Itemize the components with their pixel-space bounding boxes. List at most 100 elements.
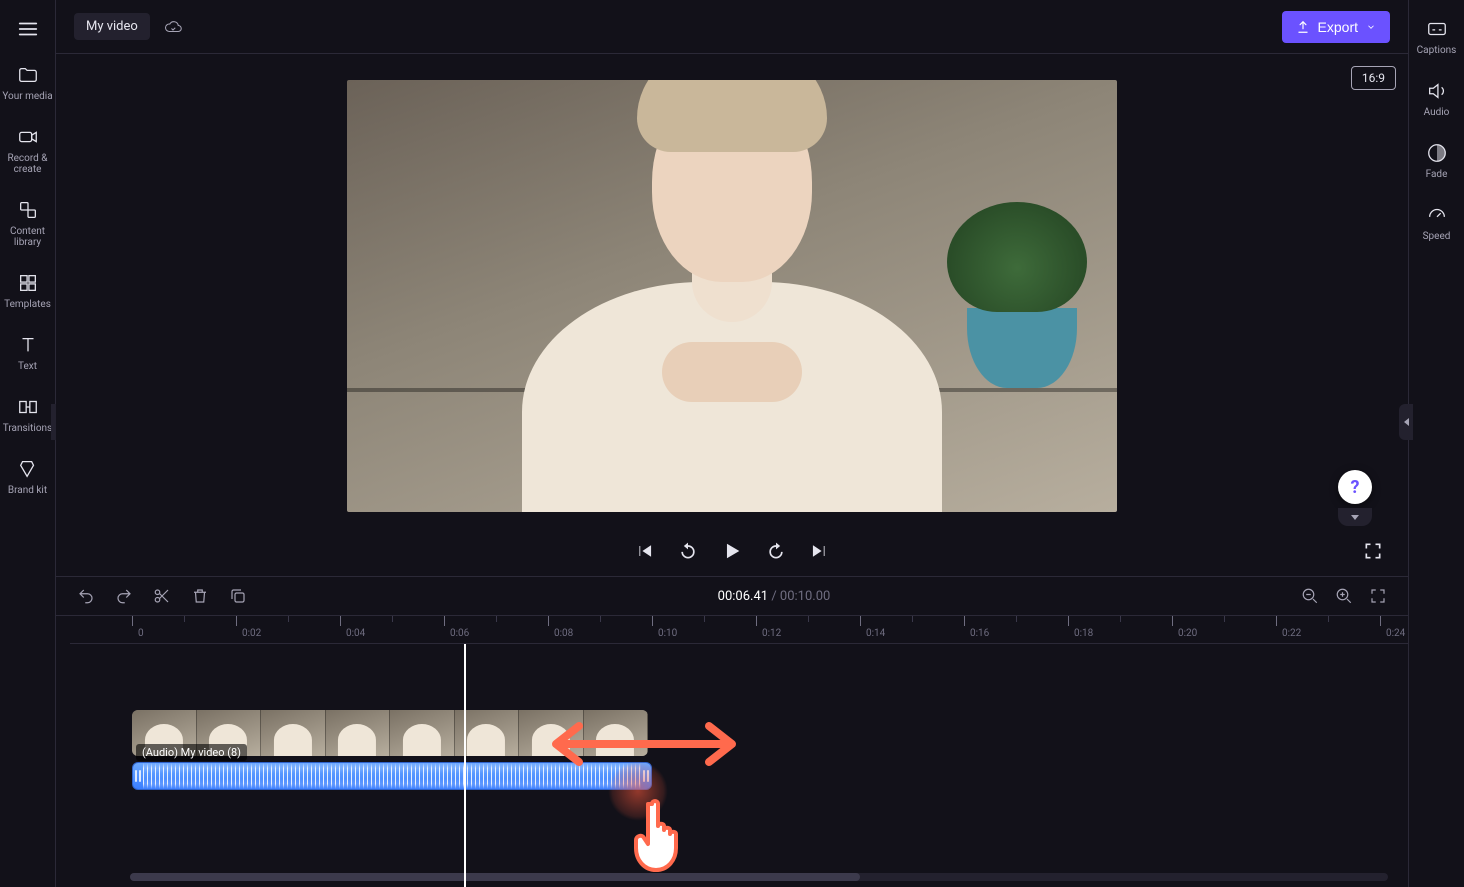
redo-button[interactable] xyxy=(114,586,134,606)
double-arrow-icon xyxy=(544,714,744,774)
rewind-button[interactable] xyxy=(677,540,699,562)
trash-icon xyxy=(191,587,209,605)
ruler-tick: 0:24 xyxy=(1380,616,1405,643)
forward-button[interactable] xyxy=(765,540,787,562)
sidebar-item-label: Text xyxy=(16,361,39,372)
camera-icon xyxy=(17,126,39,148)
transitions-icon xyxy=(17,396,39,418)
ruler-tick: 0 xyxy=(132,616,144,643)
zoom-out-icon xyxy=(1301,587,1319,605)
ruler-tick: 0:12 xyxy=(756,616,781,643)
current-time: 00:06.41 xyxy=(718,589,768,604)
sidebar-item-label: Brand kit xyxy=(6,485,49,496)
sidebar-item-captions[interactable]: Captions xyxy=(1409,12,1464,60)
preview-area: 16:9 xyxy=(56,54,1408,526)
time-display: 00:06.41 / 00:10.00 xyxy=(718,589,831,604)
skip-previous-icon xyxy=(634,541,654,561)
sidebar-item-label: Your media xyxy=(0,91,54,102)
cloud-sync-icon xyxy=(164,18,182,36)
sidebar-item-record-create[interactable]: Record & create xyxy=(0,120,56,179)
fit-icon xyxy=(1369,587,1387,605)
timeline-ruler[interactable]: 00:020:040:060:080:100:120:140:160:180:2… xyxy=(70,616,1408,644)
sidebar-item-content-library[interactable]: Content library xyxy=(0,193,56,252)
sidebar-item-templates[interactable]: Templates xyxy=(0,266,56,314)
help-button[interactable]: ? xyxy=(1338,470,1372,504)
skip-end-button[interactable] xyxy=(809,540,831,562)
main-area: My video Export 16:9 ? xyxy=(56,0,1408,887)
sidebar-item-text[interactable]: Text xyxy=(0,328,56,376)
aspect-ratio-button[interactable]: 16:9 xyxy=(1351,66,1396,90)
fullscreen-button[interactable] xyxy=(1362,540,1384,562)
export-button[interactable]: Export xyxy=(1282,11,1390,43)
ruler-tick: 0:10 xyxy=(652,616,677,643)
sidebar-item-label: Speed xyxy=(1421,231,1453,242)
library-icon xyxy=(17,199,39,221)
zoom-in-button[interactable] xyxy=(1334,586,1354,606)
project-title[interactable]: My video xyxy=(74,13,150,40)
audio-clip-left-handle[interactable] xyxy=(133,763,143,789)
sidebar-item-label: Fade xyxy=(1424,169,1450,180)
sidebar-item-label: Templates xyxy=(2,299,53,310)
rewind-icon xyxy=(678,541,698,561)
fit-timeline-button[interactable] xyxy=(1368,586,1388,606)
playhead[interactable] xyxy=(464,644,466,887)
fullscreen-icon xyxy=(1363,541,1383,561)
timeline-tracks[interactable]: (Audio) My video (8) xyxy=(70,644,1408,887)
brandkit-icon xyxy=(17,458,39,480)
scissors-icon xyxy=(153,587,171,605)
forward-icon xyxy=(766,541,786,561)
menu-button[interactable] xyxy=(13,14,43,44)
undo-button[interactable] xyxy=(76,586,96,606)
sidebar-item-your-media[interactable]: Your media xyxy=(0,58,56,106)
play-button[interactable] xyxy=(721,540,743,562)
timeline-toolbar: 00:06.41 / 00:10.00 xyxy=(56,576,1408,616)
folder-icon xyxy=(17,64,39,86)
hand-pointer-icon xyxy=(626,794,690,874)
sidebar-item-fade[interactable]: Fade xyxy=(1409,136,1464,184)
undo-icon xyxy=(77,587,95,605)
cloud-sync-button[interactable] xyxy=(164,18,182,36)
text-icon xyxy=(17,334,39,356)
ruler-tick: 0:14 xyxy=(860,616,885,643)
copy-icon xyxy=(229,587,247,605)
duration: 00:10.00 xyxy=(780,589,830,604)
zoom-in-icon xyxy=(1335,587,1353,605)
redo-icon xyxy=(115,587,133,605)
captions-icon xyxy=(1426,18,1448,40)
ruler-tick: 0:18 xyxy=(1068,616,1093,643)
speed-icon xyxy=(1426,204,1448,226)
audio-clip-label: (Audio) My video (8) xyxy=(136,744,247,761)
split-button[interactable] xyxy=(152,586,172,606)
sidebar-item-brand-kit[interactable]: Brand kit xyxy=(0,452,56,500)
timeline-scrollbar[interactable] xyxy=(130,873,1388,881)
upload-icon xyxy=(1296,20,1310,34)
sidebar-item-label: Content library xyxy=(0,226,56,248)
left-rail: Your media Record & create Content libra… xyxy=(0,0,56,887)
ruler-tick: 0:22 xyxy=(1276,616,1301,643)
ruler-tick: 0:04 xyxy=(340,616,365,643)
tutorial-arrows xyxy=(544,714,744,778)
play-icon xyxy=(721,540,743,562)
hamburger-icon xyxy=(17,18,39,40)
sidebar-item-label: Transitions xyxy=(1,423,54,434)
export-label: Export xyxy=(1318,19,1358,35)
skip-start-button[interactable] xyxy=(633,540,655,562)
collapse-preview-button[interactable] xyxy=(1338,508,1372,526)
skip-next-icon xyxy=(810,541,830,561)
duplicate-button[interactable] xyxy=(228,586,248,606)
right-rail: Captions Audio Fade Speed xyxy=(1408,0,1464,887)
delete-button[interactable] xyxy=(190,586,210,606)
topbar: My video Export xyxy=(56,0,1408,54)
video-preview[interactable] xyxy=(347,80,1117,512)
tutorial-hand-cursor xyxy=(626,794,690,878)
sidebar-item-transitions[interactable]: Transitions xyxy=(0,390,56,438)
scrollbar-thumb[interactable] xyxy=(130,873,860,881)
chevron-down-icon xyxy=(1366,22,1376,32)
sidebar-item-audio[interactable]: Audio xyxy=(1409,74,1464,122)
ruler-tick: 0:08 xyxy=(548,616,573,643)
sidebar-item-speed[interactable]: Speed xyxy=(1409,198,1464,246)
ruler-tick: 0:06 xyxy=(444,616,469,643)
zoom-out-button[interactable] xyxy=(1300,586,1320,606)
sidebar-item-label: Captions xyxy=(1415,45,1459,56)
expand-right-panel-button[interactable] xyxy=(1399,404,1413,440)
